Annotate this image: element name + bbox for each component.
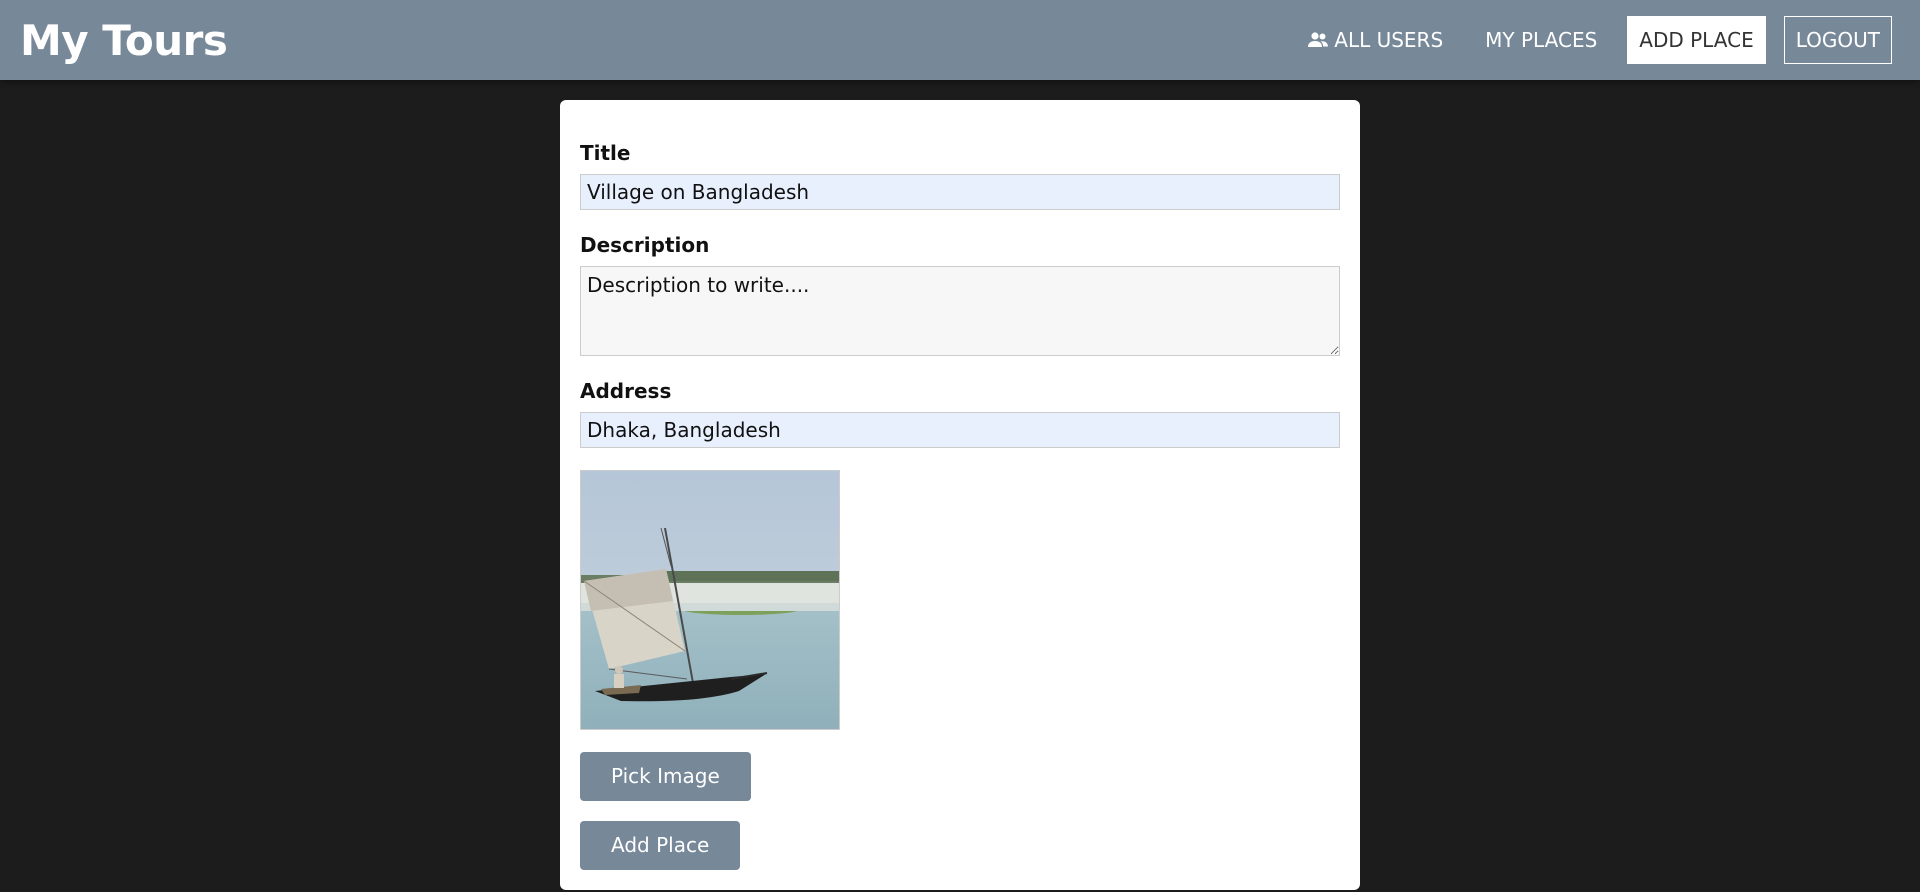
users-icon <box>1308 32 1329 47</box>
nav-my-places[interactable]: MY PLACES <box>1473 16 1609 64</box>
add-place-button[interactable]: Add Place <box>580 821 741 870</box>
title-input[interactable] <box>580 174 1340 210</box>
new-place-form: Title Description Description to write..… <box>560 100 1360 890</box>
image-preview <box>580 470 840 730</box>
address-input[interactable] <box>580 412 1340 448</box>
nav-logout[interactable]: LOGOUT <box>1783 16 1892 64</box>
address-label: Address <box>580 379 672 403</box>
sailboat-photo <box>581 471 839 729</box>
nav-all-users[interactable]: ALL USERS <box>1294 16 1455 64</box>
description-textarea[interactable]: Description to write.... <box>580 266 1340 356</box>
top-navbar: My Tours ALL USERS MY PLACES ADD PLACE L… <box>0 0 1920 80</box>
nav-add-place[interactable]: ADD PLACE <box>1627 16 1766 64</box>
main-nav: ALL USERS MY PLACES ADD PLACE LOGOUT <box>1276 15 1892 65</box>
description-label: Description <box>580 233 710 257</box>
nav-all-users-label: ALL USERS <box>1334 28 1444 52</box>
pick-image-button[interactable]: Pick Image <box>580 752 751 801</box>
brand-title[interactable]: My Tours <box>20 14 228 68</box>
title-label: Title <box>580 141 631 165</box>
